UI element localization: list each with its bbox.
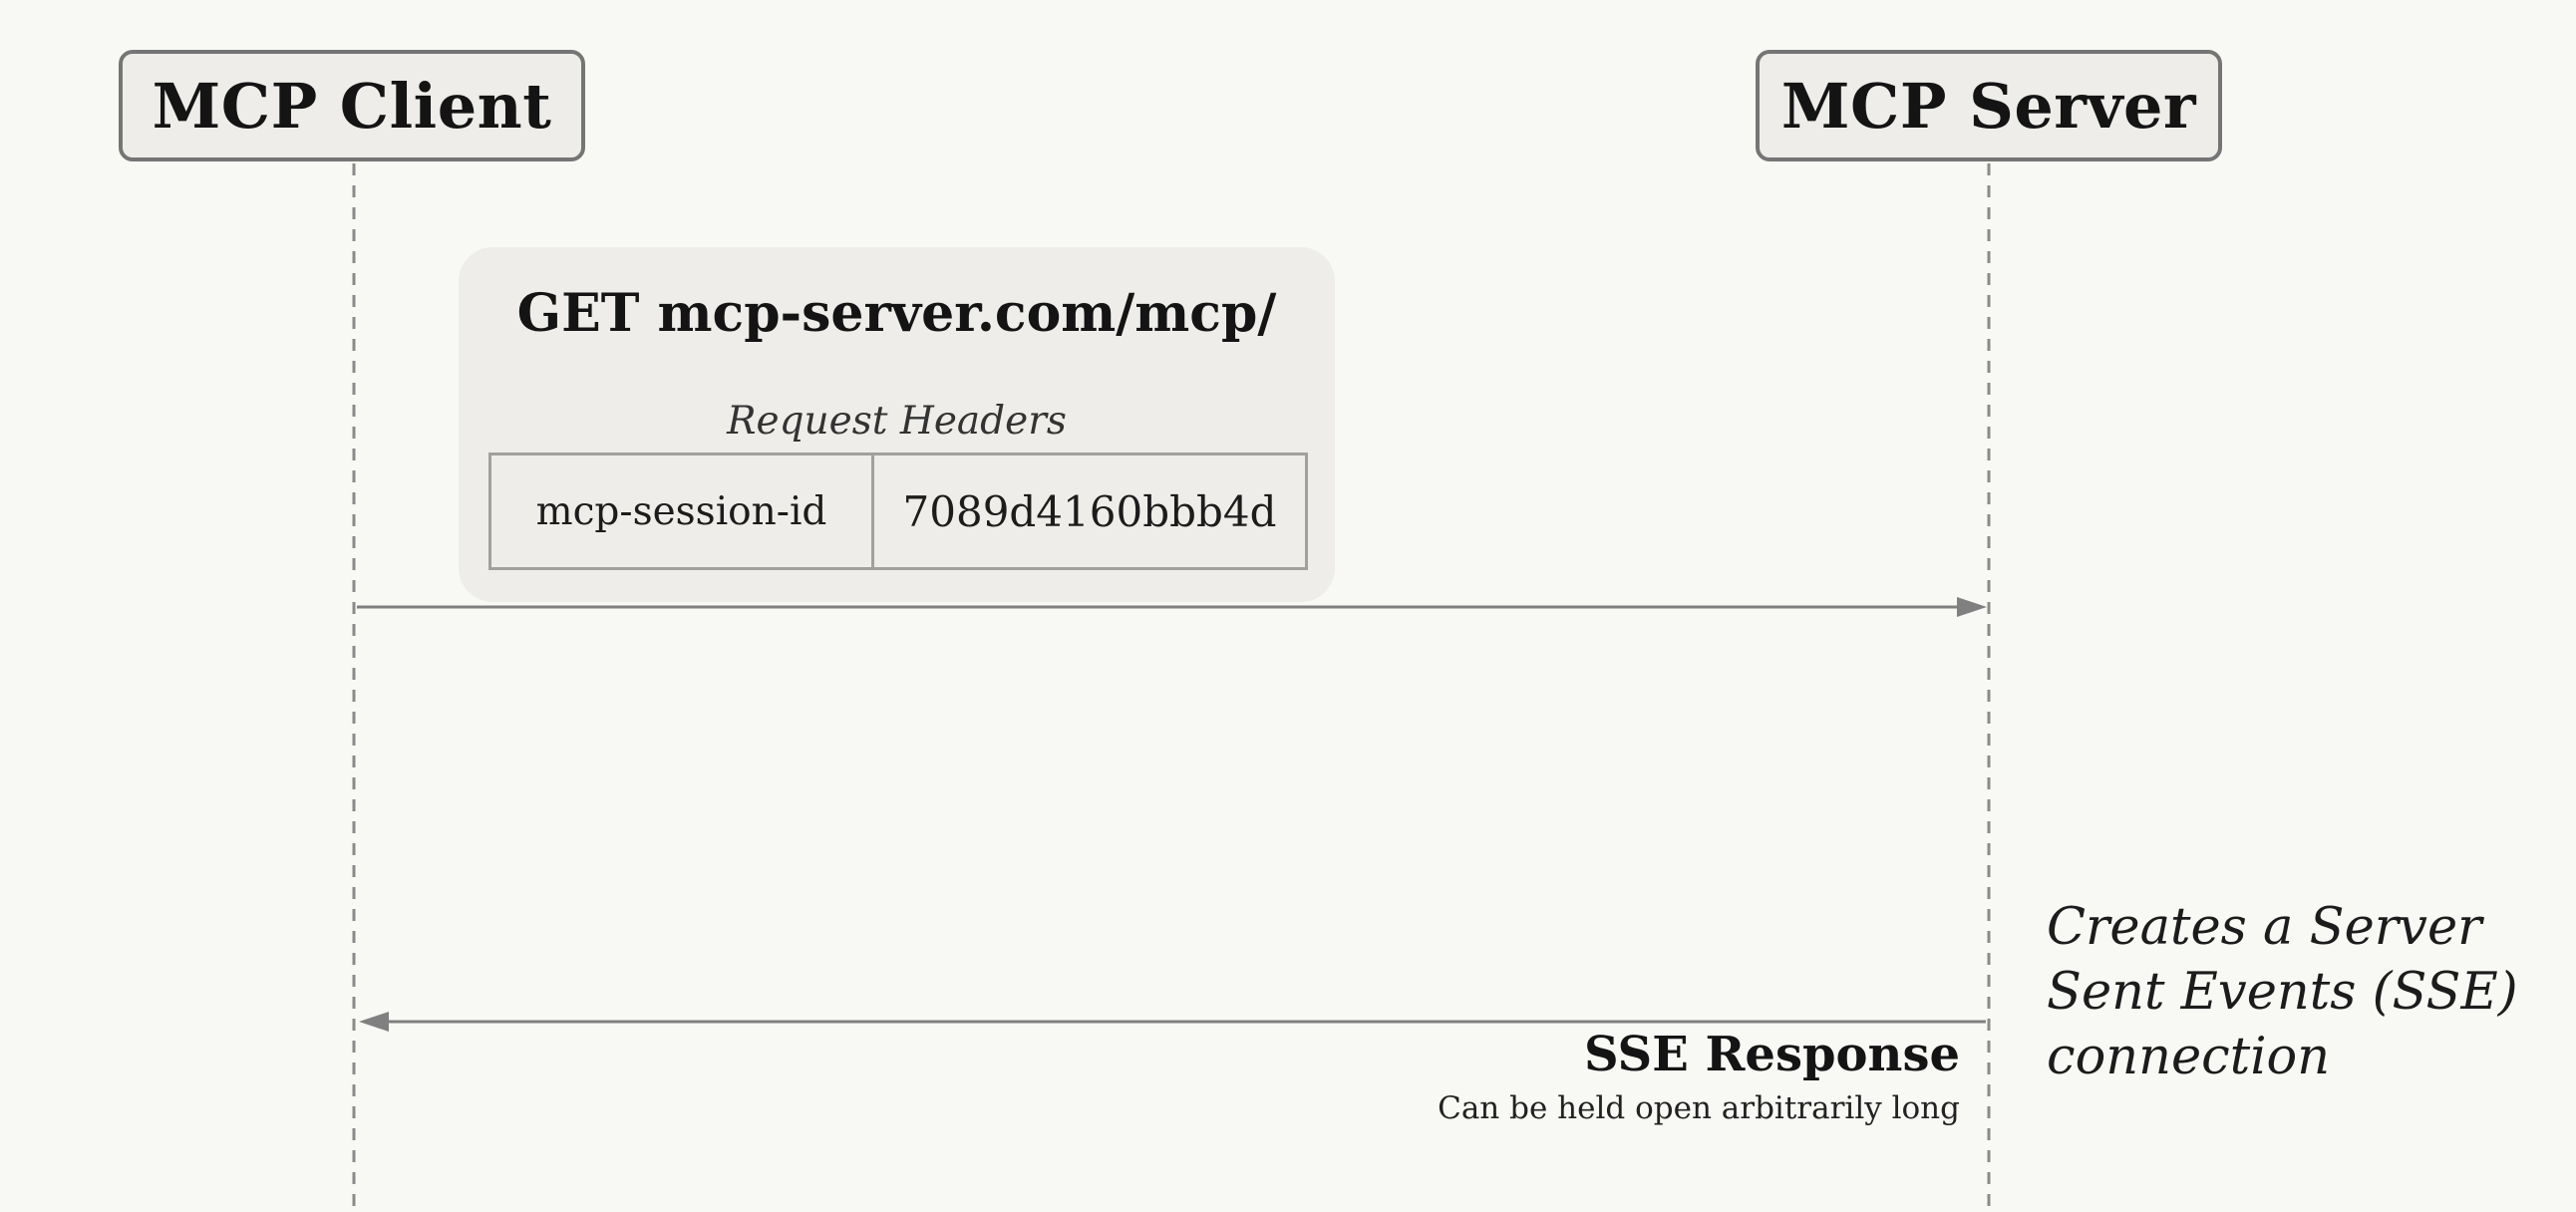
sse-response-title: SSE Response [1583, 1027, 1960, 1082]
server-note-line-1: Creates a Server [2047, 898, 2482, 957]
mcp-server-label: MCP Server [1780, 69, 2197, 143]
header-key-cell: mcp-session-id [491, 455, 874, 567]
request-headers-table: mcp-session-id 7089d4160bbb4d [488, 453, 1308, 570]
server-note-line-3: connection [2047, 1028, 2331, 1086]
header-value-cell: 7089d4160bbb4d [902, 486, 1277, 536]
mcp-client-box: MCP Client [119, 50, 585, 161]
request-title: GET mcp-server.com/mcp/ [516, 283, 1277, 344]
mcp-client-label: MCP Client [152, 69, 552, 143]
mcp-server-box: MCP Server [1756, 50, 2222, 161]
sse-response-subtitle: Can be held open arbitrarily long [1438, 1090, 1960, 1126]
request-headers-caption: Request Headers [727, 399, 1067, 444]
request-card: GET mcp-server.com/mcp/ Request Headers … [459, 247, 1335, 602]
server-note-line-2: Sent Events (SSE) [2047, 963, 2518, 1022]
server-note: Creates a Server Sent Events (SSE) conne… [2047, 895, 2545, 1089]
